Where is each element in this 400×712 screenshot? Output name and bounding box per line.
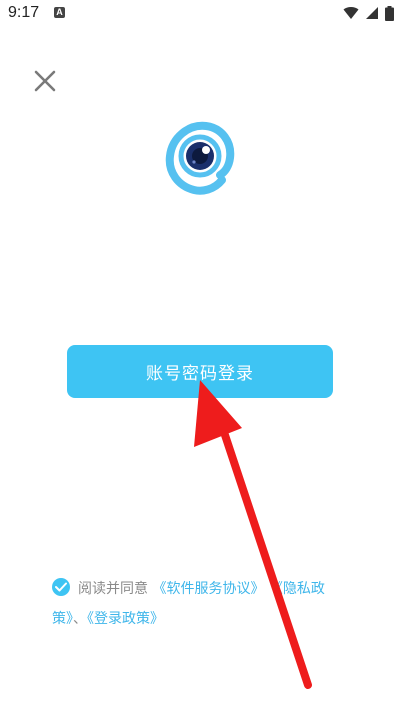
checkmark-icon bbox=[55, 582, 67, 592]
agreement-separator: 、 bbox=[73, 611, 87, 627]
agree-checkbox[interactable] bbox=[52, 578, 70, 596]
software-service-agreement-link[interactable]: 《软件服务协议》 bbox=[152, 581, 264, 597]
camera-eye-at-logo bbox=[165, 121, 235, 195]
battery-icon bbox=[385, 5, 394, 21]
close-button[interactable] bbox=[30, 66, 60, 96]
cellular-signal-icon bbox=[366, 7, 378, 19]
password-login-button[interactable]: 账号密码登录 bbox=[67, 345, 333, 398]
wifi-icon bbox=[343, 7, 359, 20]
agreement-prefix: 阅读并同意 bbox=[78, 581, 148, 597]
close-icon bbox=[34, 70, 56, 92]
status-bar: 9:17 A bbox=[0, 0, 400, 28]
login-policy-link[interactable]: 《登录政策》 bbox=[87, 611, 164, 627]
app-logo bbox=[160, 118, 240, 198]
status-time: 9:17 bbox=[8, 4, 40, 21]
app-notification-icon: A bbox=[54, 7, 65, 18]
agreement-section: 阅读并同意 《软件服务协议》 《隐私政策》、《登录政策》 bbox=[52, 574, 358, 634]
status-icons bbox=[343, 5, 394, 21]
